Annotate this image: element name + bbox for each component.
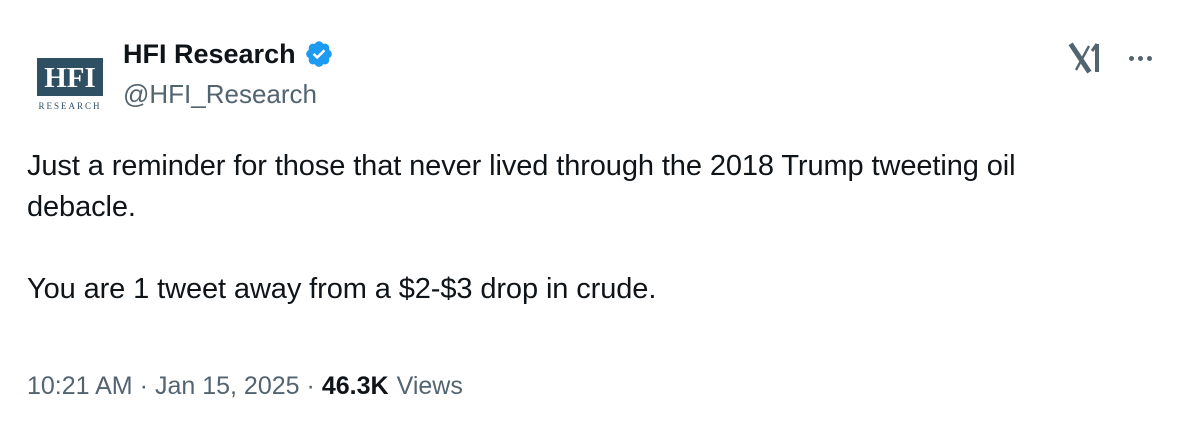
tweet-card: HFI RESEARCH HFI Research @HFI_Research [0,0,1182,428]
more-icon[interactable] [1129,40,1152,76]
more-dot [1147,55,1152,61]
tweet-paragraph: You are 1 tweet away from a $2-$3 drop i… [27,273,657,305]
user-info: HFI Research @HFI_Research [123,34,334,114]
views-count[interactable]: 46.3K [322,366,389,406]
x-logo-icon[interactable] [1067,40,1107,76]
avatar-logo-text: HFI [44,62,96,94]
verified-badge-icon [305,41,332,67]
name-row: HFI Research [123,34,334,74]
display-name[interactable]: HFI Research [123,34,296,74]
avatar[interactable]: HFI RESEARCH [30,46,110,126]
tweet-time[interactable]: 10:21 AM [27,366,133,406]
more-dot [1129,55,1134,61]
tweet-date[interactable]: Jan 15, 2025 [155,366,300,406]
tweet-paragraph: Just a reminder for those that never liv… [27,150,1016,223]
meta-separator: · [306,372,315,400]
avatar-logo-subtext: RESEARCH [38,101,101,111]
header-actions [1067,40,1152,76]
meta-separator: · [139,372,148,400]
user-handle[interactable]: @HFI_Research [123,74,334,114]
tweet-header: HFI RESEARCH HFI Research @HFI_Research [30,34,1152,122]
tweet-meta: 10:21 AM · Jan 15, 2025 · 46.3K Views [27,366,463,406]
views-label[interactable]: Views [397,366,463,406]
tweet-text: Just a reminder for those that never liv… [27,146,1127,310]
more-dot [1138,55,1143,61]
